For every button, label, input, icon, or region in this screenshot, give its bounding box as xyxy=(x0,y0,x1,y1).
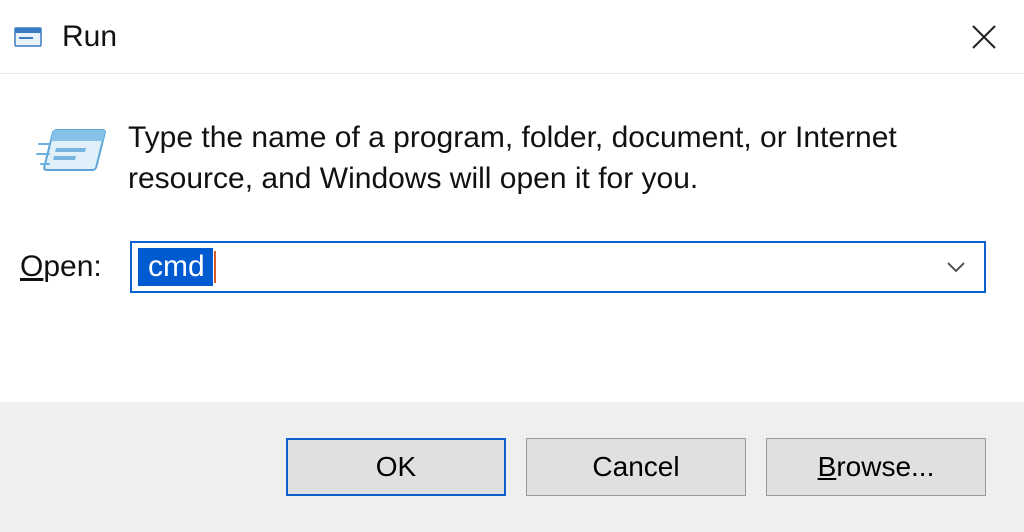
open-label: Open: xyxy=(20,250,130,284)
close-button[interactable] xyxy=(956,9,1012,65)
open-combobox[interactable]: cmd xyxy=(130,241,986,293)
cancel-button[interactable]: Cancel xyxy=(526,438,746,496)
combobox-dropdown-button[interactable] xyxy=(942,253,970,281)
browse-button[interactable]: Browse... xyxy=(766,438,986,496)
dialog-footer: OK Cancel Browse... xyxy=(0,402,1024,532)
titlebar: Run xyxy=(0,0,1024,74)
run-icon-large xyxy=(18,118,128,184)
dialog-body: Type the name of a program, folder, docu… xyxy=(0,74,1024,303)
window-title: Run xyxy=(62,20,117,54)
ok-button[interactable]: OK xyxy=(286,438,506,496)
text-caret xyxy=(214,251,216,283)
close-icon xyxy=(970,23,998,51)
chevron-down-icon xyxy=(944,255,968,279)
dialog-description: Type the name of a program, folder, docu… xyxy=(128,118,968,199)
open-input-value[interactable]: cmd xyxy=(138,248,213,286)
run-icon-small xyxy=(14,24,44,50)
